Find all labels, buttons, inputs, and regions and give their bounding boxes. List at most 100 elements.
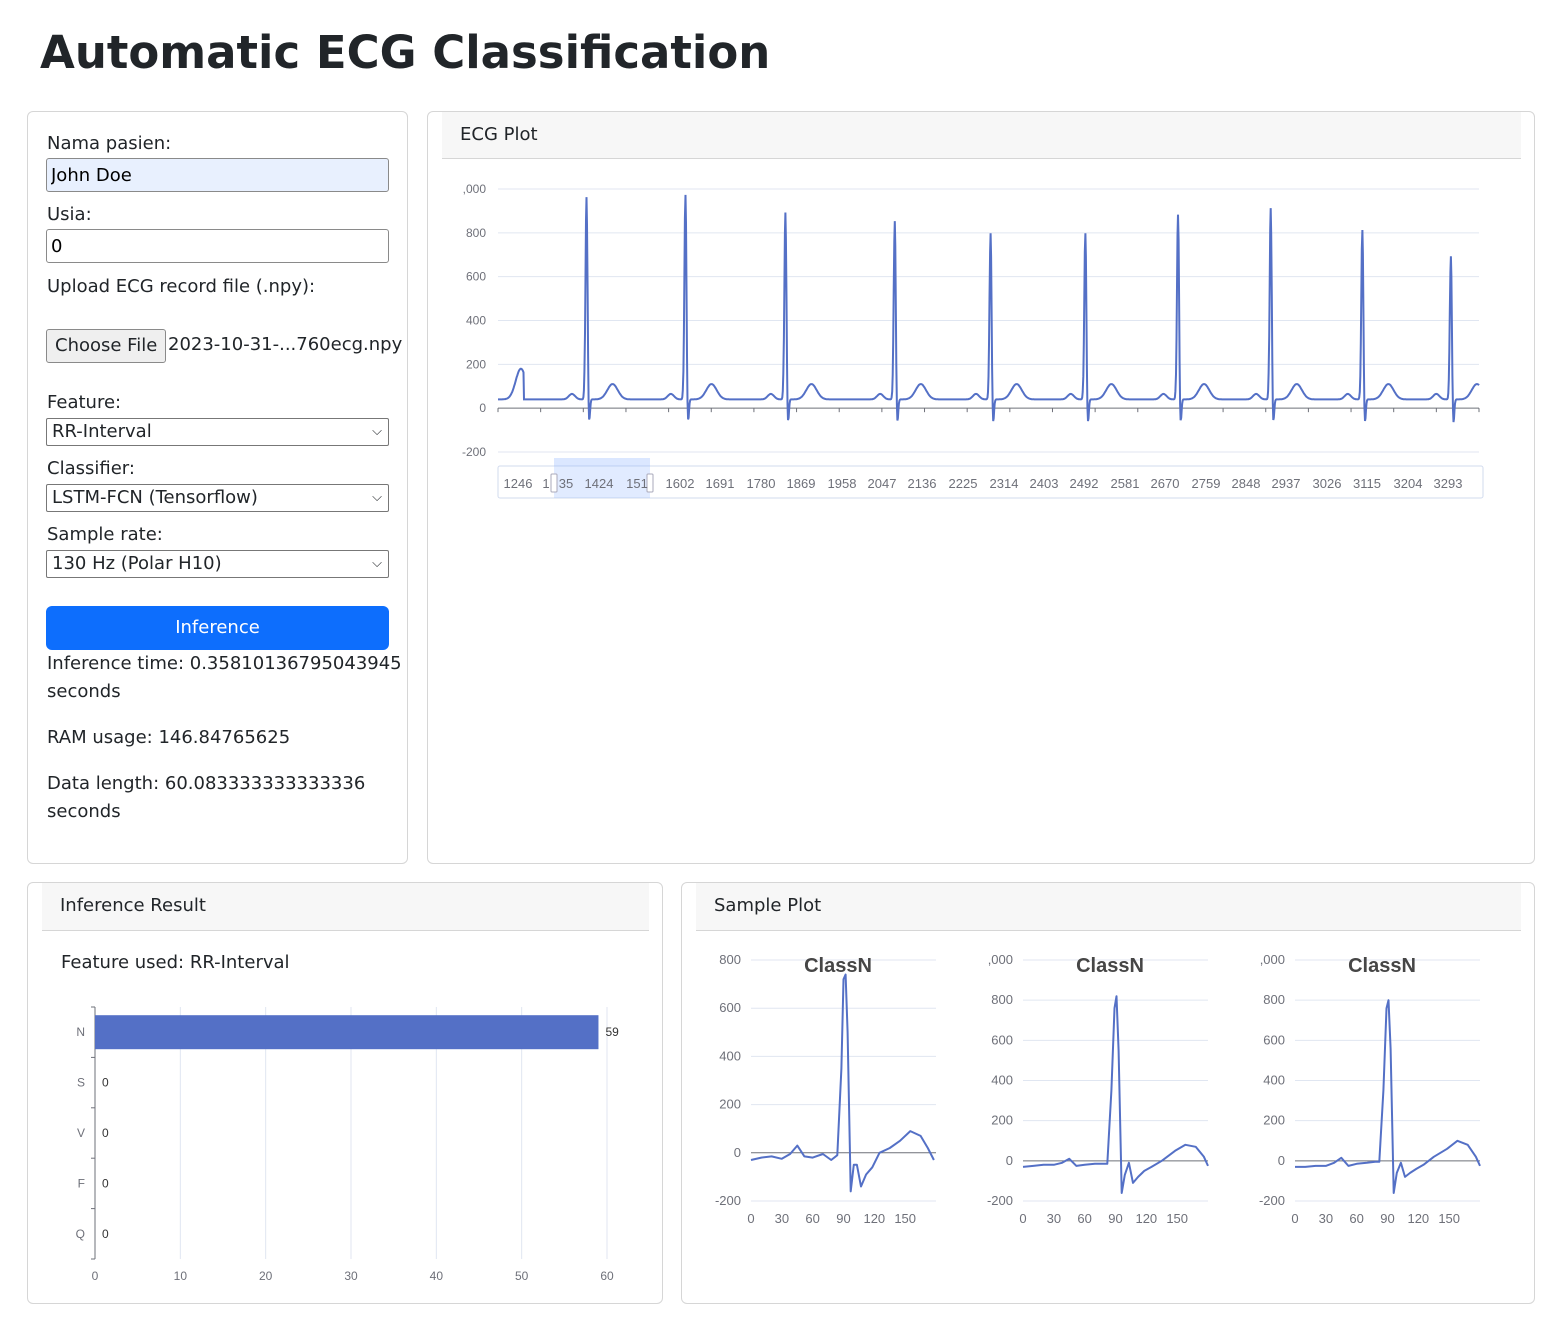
y-tick-label: 200 [719, 1097, 741, 1112]
sample-chart-1[interactable]: 800 600 400 200 0 -200 0 30 60 90 120 150 ClassN [696, 943, 966, 1243]
feature-used-text: Feature used: RR-Interval [61, 952, 290, 973]
x-tick-label: 40 [430, 1269, 444, 1283]
slider-label: 3293 [1434, 476, 1463, 491]
feature-label: Feature: [47, 392, 122, 413]
bar-data-label: 0 [102, 1176, 109, 1190]
sample-plot-card: Sample Plot 800 600 400 200 0 -200 0 30 60 90 120 1… [681, 882, 1535, 1304]
x-tick-label: 0 [1291, 1211, 1298, 1226]
sample-series-line [1022, 995, 1209, 1194]
inference-result-card: Inference Result Feature used: RR-Interv… [27, 882, 663, 1304]
x-tick-label: 90 [1108, 1211, 1122, 1226]
x-tick-label: 90 [836, 1211, 850, 1226]
y-tick-label: 800 [719, 952, 741, 967]
y-tick-label: 0 [1006, 1153, 1013, 1168]
x-tick-label: 30 [775, 1211, 789, 1226]
y-tick-label: 0 [734, 1145, 741, 1160]
inference-result-header: Inference Result [42, 883, 649, 931]
x-tick-label: 120 [1135, 1211, 1157, 1226]
y-tick-label: 800 [991, 992, 1013, 1007]
slider-label: 2759 [1192, 476, 1221, 491]
slider-label: 2314 [990, 476, 1019, 491]
sample-rate-select[interactable]: 130 Hz (Polar H10) ⌵ [46, 550, 389, 578]
chevron-down-icon: ⌵ [372, 424, 382, 439]
sample-plot-header: Sample Plot [696, 883, 1521, 931]
slider-label: 1602 [666, 476, 695, 491]
y-tick-label: 400 [991, 1073, 1013, 1088]
slider-label: 2848 [1232, 476, 1261, 491]
slider-label: 2136 [908, 476, 937, 491]
category-label: N [76, 1025, 85, 1039]
y-tick-label: ,000 [1260, 952, 1285, 967]
chart-title: ClassN [1076, 955, 1144, 977]
data-length-text: Data length: 60.083333333333336 [47, 773, 366, 794]
classifier-label: Classifier: [47, 458, 135, 479]
name-label: Nama pasien: [47, 133, 172, 154]
sample-rate-label: Sample rate: [47, 524, 163, 545]
x-tick-label: 90 [1380, 1211, 1394, 1226]
chart-title: ClassN [1348, 955, 1416, 977]
bar-data-label: 0 [102, 1126, 109, 1140]
y-tick-label: 200 [1263, 1113, 1285, 1128]
file-name: 2023-10-31-...760ecg.npy [168, 334, 403, 355]
y-tick-label: 600 [466, 270, 486, 284]
sample-series-line [750, 973, 935, 1193]
feature-select[interactable]: RR-Interval ⌵ [46, 418, 389, 446]
ecg-plot-card: ECG Plot ,000 800 600 400 200 0 -200 1246 1 35 142… [427, 111, 1535, 864]
ram-usage-text: RAM usage: 146.84765625 [47, 727, 291, 748]
slider-label: 35 [559, 476, 573, 491]
class-count-chart[interactable]: 0 10 20 30 40 50 60 N 59 S 0 V 0 F 0 Q 0 [28, 993, 648, 1293]
category-label: S [77, 1076, 85, 1090]
data-length-unit: seconds [47, 801, 121, 822]
y-tick-label: -200 [987, 1193, 1013, 1208]
x-tick-label: 0 [1019, 1211, 1026, 1226]
y-tick-label: -200 [1259, 1193, 1285, 1208]
slider-label: 1691 [706, 476, 735, 491]
name-input[interactable] [46, 158, 389, 192]
x-tick-label: 30 [344, 1269, 358, 1283]
slider-label: 151 [626, 476, 648, 491]
x-tick-label: 60 [600, 1269, 614, 1283]
y-tick-label: 0 [1278, 1153, 1285, 1168]
x-tick-label: 0 [92, 1269, 99, 1283]
y-tick-label: 600 [1263, 1032, 1285, 1047]
x-tick-label: 30 [1319, 1211, 1333, 1226]
bar-data-label: 0 [102, 1076, 109, 1090]
feature-select-value: RR-Interval [52, 421, 152, 442]
slider-label: 1 [542, 476, 549, 491]
ecg-chart[interactable]: ,000 800 600 400 200 0 -200 1246 1 35 1424 151 1602 1… [428, 172, 1534, 532]
sample-series-line [1295, 999, 1481, 1194]
x-tick-label: 150 [1166, 1211, 1188, 1226]
x-tick-label: 0 [747, 1211, 754, 1226]
x-tick-label: 60 [1349, 1211, 1363, 1226]
slider-label: 3204 [1394, 476, 1423, 491]
y-tick-label: 400 [719, 1048, 741, 1063]
choose-file-button[interactable]: Choose File [46, 329, 167, 363]
chevron-down-icon: ⌵ [372, 556, 382, 571]
slider-label: 1246 [504, 476, 533, 491]
x-tick-label: 60 [805, 1211, 819, 1226]
y-tick-label: 800 [1263, 992, 1285, 1007]
zoom-slider-right-handle [646, 473, 654, 493]
x-tick-label: 60 [1077, 1211, 1091, 1226]
y-tick-label: -200 [715, 1193, 741, 1208]
form-card: Nama pasien: Usia: Upload ECG record fil… [27, 111, 408, 864]
y-tick-label: 200 [466, 357, 486, 371]
x-tick-label: 120 [1407, 1211, 1429, 1226]
upload-label: Upload ECG record file (.npy): [47, 276, 316, 297]
sample-chart-3[interactable]: ,000 800 600 400 200 0 -200 0 30 60 90 120 150 ClassN [1240, 943, 1510, 1243]
zoom-slider-left-handle [550, 473, 558, 493]
zoom-slider-move-handle [554, 458, 650, 466]
slider-label: 1780 [747, 476, 776, 491]
slider-label: 2670 [1151, 476, 1180, 491]
inference-time-text: Inference time: 0.35810136795043945 [47, 653, 402, 674]
x-tick-label: 20 [259, 1269, 273, 1283]
bar [95, 1015, 599, 1050]
y-tick-label: 600 [991, 1032, 1013, 1047]
inference-button[interactable]: Inference [46, 606, 389, 650]
classifier-select[interactable]: LSTM-FCN (Tensorflow) ⌵ [46, 484, 389, 512]
sample-chart-2[interactable]: ,000 800 600 400 200 0 -200 0 30 60 90 120 150 ClassN [968, 943, 1238, 1243]
y-tick-label: 0 [479, 401, 486, 415]
category-label: F [78, 1176, 85, 1190]
age-input[interactable] [46, 229, 389, 263]
x-tick-label: 150 [1438, 1211, 1460, 1226]
